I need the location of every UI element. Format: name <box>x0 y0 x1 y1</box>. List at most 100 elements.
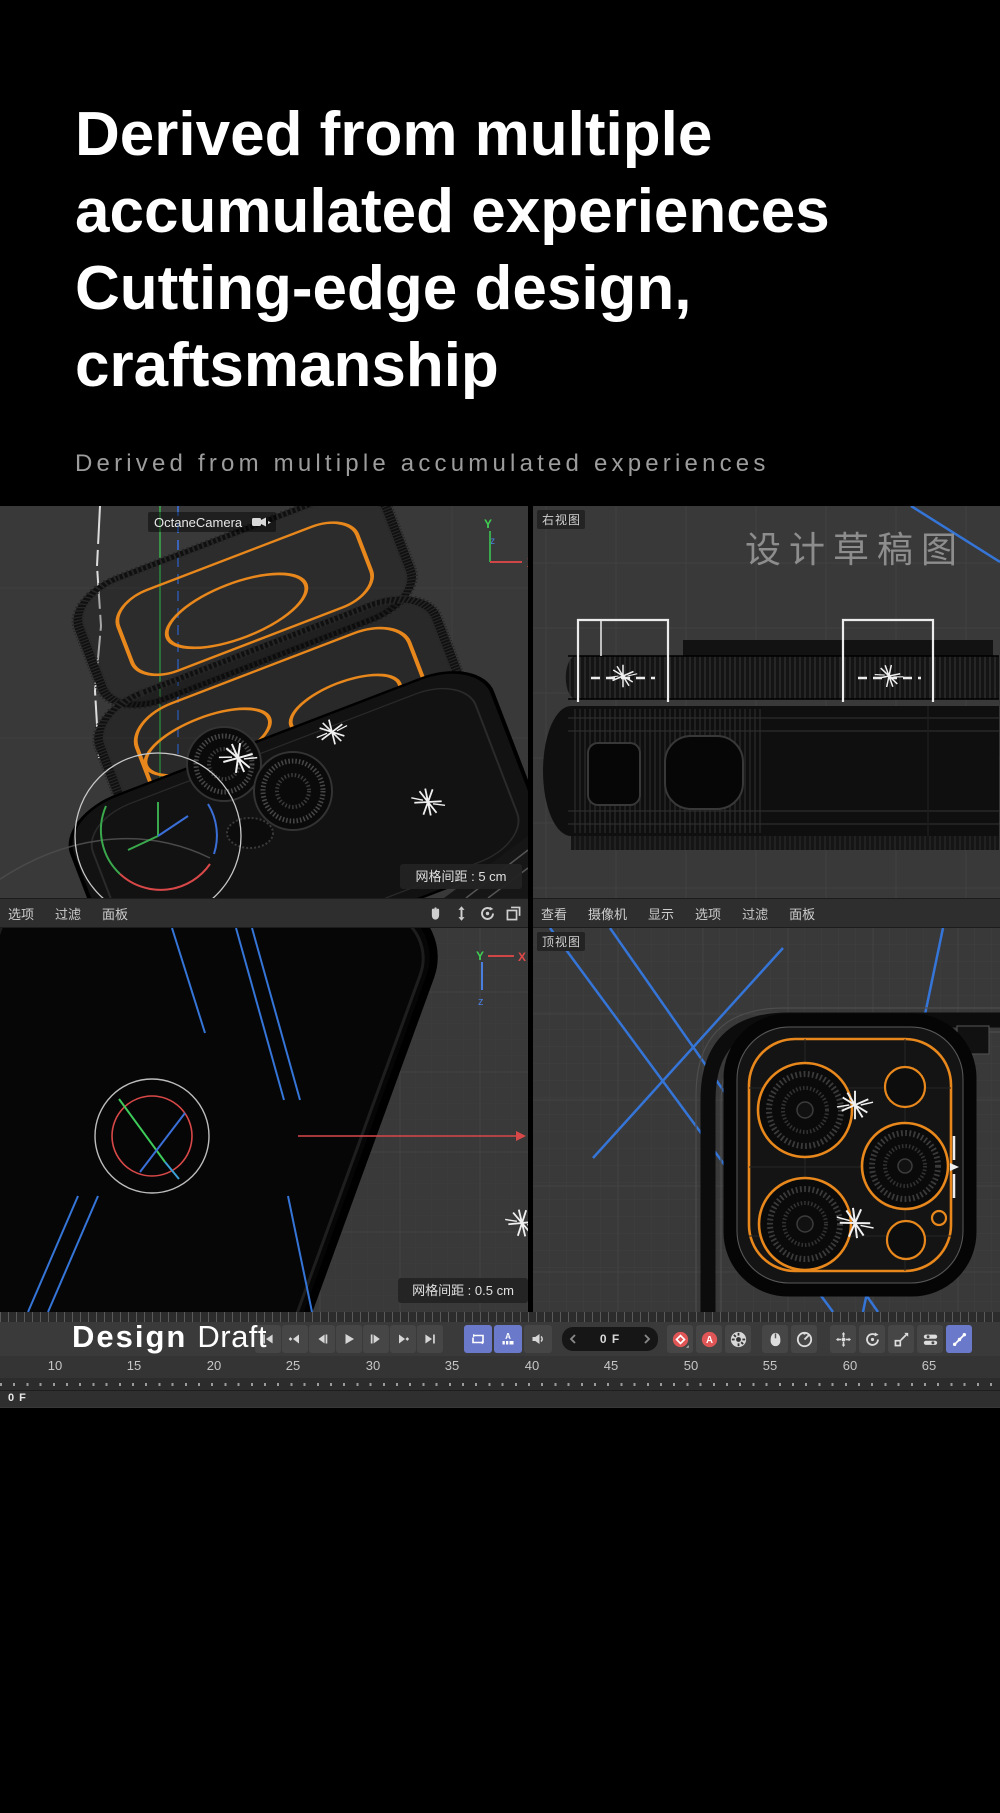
svg-text:OctaneCamera: OctaneCamera <box>154 515 243 530</box>
pan-hand-icon[interactable] <box>427 905 444 922</box>
menu-display[interactable]: 显示 <box>648 904 674 923</box>
ruler-number: 15 <box>120 1358 148 1373</box>
sound-icon <box>530 1331 546 1347</box>
goto-end-button[interactable] <box>417 1325 443 1353</box>
frame-next-icon[interactable] <box>642 1333 652 1345</box>
design-draft-title: DesignDraft <box>72 1319 267 1355</box>
timeline-ruler[interactable]: 10 15 20 25 30 35 40 45 50 55 60 65 <box>0 1356 1000 1378</box>
ruler-number: 10 <box>41 1358 69 1373</box>
c4d-editor: OctaneCamera Y z X 网格间距 : 5 cm <box>0 506 1000 1408</box>
menu-filter[interactable]: 过滤 <box>742 904 768 923</box>
toggle-view-icon[interactable] <box>505 905 522 922</box>
case-side-profile <box>543 640 999 850</box>
viewport-top-view[interactable]: 顶视图 <box>533 928 1000 1312</box>
mouse-record-icon <box>767 1331 784 1348</box>
ruler-number: 50 <box>677 1358 705 1373</box>
menu-filter[interactable]: 过滤 <box>55 904 81 923</box>
page: { "hero": { "title_lines": ["Derived fro… <box>0 0 1000 1813</box>
lens <box>759 1178 851 1270</box>
mouse-record-button[interactable] <box>762 1325 788 1353</box>
frame-field[interactable]: 0 F <box>562 1327 658 1351</box>
title-line-4: craftsmanship <box>75 327 975 404</box>
svg-text:网格间距 : 5 cm: 网格间距 : 5 cm <box>415 869 506 884</box>
timeline-toolbar: DesignDraft <box>0 1322 1000 1356</box>
menu-cameras[interactable]: 摄像机 <box>588 904 627 923</box>
camera-bump <box>730 1020 970 1290</box>
prev-frame-button[interactable] <box>309 1325 335 1353</box>
ruler-number: 55 <box>756 1358 784 1373</box>
keying-settings-icon <box>730 1331 747 1348</box>
current-frame-indicator: 0 F <box>8 1392 27 1404</box>
dial-icon <box>796 1331 813 1348</box>
key-position-button[interactable] <box>830 1325 856 1353</box>
prev-key-icon <box>288 1332 302 1346</box>
svg-text:Y: Y <box>484 517 492 531</box>
loop-toggle-button[interactable] <box>464 1325 492 1353</box>
menu-options[interactable]: 选项 <box>695 904 721 923</box>
play-button[interactable] <box>336 1325 362 1353</box>
ruler-number: 45 <box>597 1358 625 1373</box>
play-icon <box>342 1332 356 1346</box>
record-keyframe-icon <box>672 1331 689 1348</box>
current-frame-bar[interactable]: 0 F <box>0 1390 1000 1407</box>
menu-view[interactable]: 查看 <box>541 904 567 923</box>
camera-object-label[interactable]: OctaneCamera <box>148 512 276 532</box>
prev-key-button[interactable] <box>282 1325 308 1353</box>
key-pla-button[interactable] <box>946 1325 972 1353</box>
view-label-badge: 顶视图 <box>537 932 585 951</box>
subtitle: Derived from multiple accumulated experi… <box>75 450 975 478</box>
viewport-right-view[interactable]: 设计草稿图 右视图 <box>533 506 1000 898</box>
title-line-3: Cutting-edge design, <box>75 250 975 327</box>
track-display-icon: A <box>500 1331 516 1347</box>
menu-panel[interactable]: 面板 <box>102 904 128 923</box>
key-parameter-button[interactable] <box>917 1325 943 1353</box>
goto-end-icon <box>423 1332 437 1346</box>
view-label-badge: 右视图 <box>537 510 585 529</box>
key-rotation-icon <box>864 1331 881 1348</box>
menubar-left: 选项 过滤 面板 <box>0 898 528 928</box>
key-rotation-button[interactable] <box>859 1325 885 1353</box>
svg-text:顶视图: 顶视图 <box>542 934 581 949</box>
key-parameter-icon <box>922 1331 939 1348</box>
key-position-icon <box>835 1331 852 1348</box>
autokey-button[interactable]: A <box>696 1325 722 1353</box>
viewport-menubars: 选项 过滤 面板 查看 摄像 <box>0 898 1000 928</box>
grid-spacing-label: 网格间距 : 0.5 cm <box>398 1278 528 1303</box>
viewport-perspective[interactable]: OctaneCamera Y z X 网格间距 : 5 cm <box>0 506 528 898</box>
rotate-view-icon[interactable] <box>479 905 496 922</box>
svg-text:A: A <box>705 1335 712 1346</box>
axis-gizmo: Y z X <box>484 517 528 570</box>
track-display-button[interactable]: A <box>494 1325 522 1353</box>
record-keyframe-button[interactable] <box>667 1325 693 1353</box>
sensor <box>887 1221 925 1259</box>
ruler-number: 60 <box>836 1358 864 1373</box>
flash <box>885 1067 925 1107</box>
key-scale-button[interactable] <box>888 1325 914 1353</box>
grid-spacing-label: 网格间距 : 5 cm <box>400 864 522 889</box>
frame-field-value: 0 F <box>600 1332 620 1346</box>
svg-text:Y: Y <box>476 949 484 963</box>
loop-icon <box>470 1331 486 1347</box>
svg-text:X: X <box>527 556 528 570</box>
next-key-button[interactable] <box>390 1325 416 1353</box>
ruler-number: 65 <box>915 1358 943 1373</box>
key-pla-icon <box>951 1331 968 1348</box>
svg-text:X: X <box>518 950 526 964</box>
title-line-1: Derived from multiple <box>75 96 975 173</box>
dolly-zoom-icon[interactable] <box>453 905 470 922</box>
next-key-icon <box>396 1332 410 1346</box>
dial-button[interactable] <box>791 1325 817 1353</box>
svg-text:z: z <box>478 996 484 1008</box>
sound-button[interactable] <box>524 1325 552 1353</box>
keying-settings-button[interactable] <box>725 1325 751 1353</box>
title-line-2: accumulated experiences <box>75 173 975 250</box>
viewport-back-view[interactable]: Y X z 网格间距 : 0.5 cm <box>0 928 528 1312</box>
lens <box>758 1063 852 1157</box>
hero-section: Derived from multiple accumulated experi… <box>75 96 975 478</box>
menu-panel[interactable]: 面板 <box>789 904 815 923</box>
menu-options[interactable]: 选项 <box>8 904 34 923</box>
next-frame-button[interactable] <box>363 1325 389 1353</box>
page-title: Derived from multiple accumulated experi… <box>75 96 975 404</box>
watermark-text: 设计草稿图 <box>745 529 965 570</box>
frame-prev-icon[interactable] <box>568 1333 578 1345</box>
